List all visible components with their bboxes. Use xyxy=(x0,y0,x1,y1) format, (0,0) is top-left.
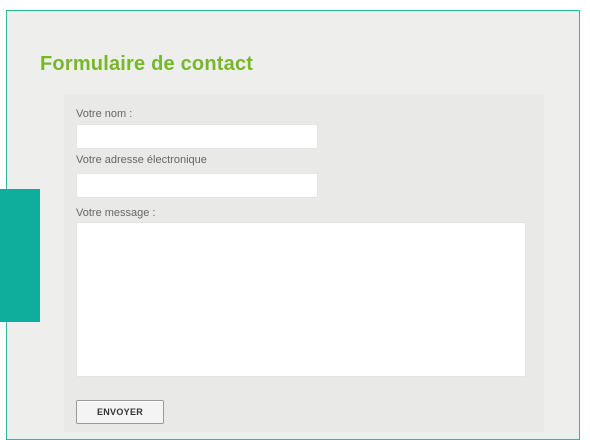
message-field[interactable] xyxy=(76,222,526,377)
email-label: Votre adresse électronique xyxy=(76,154,207,166)
submit-button[interactable]: ENVOYER xyxy=(76,400,164,424)
message-label: Votre message : xyxy=(76,207,156,219)
name-label: Votre nom : xyxy=(76,108,133,120)
email-field[interactable] xyxy=(76,173,318,198)
page-title: Formulaire de contact xyxy=(40,53,254,75)
side-accent-bar xyxy=(0,189,40,322)
name-field[interactable] xyxy=(76,124,318,149)
